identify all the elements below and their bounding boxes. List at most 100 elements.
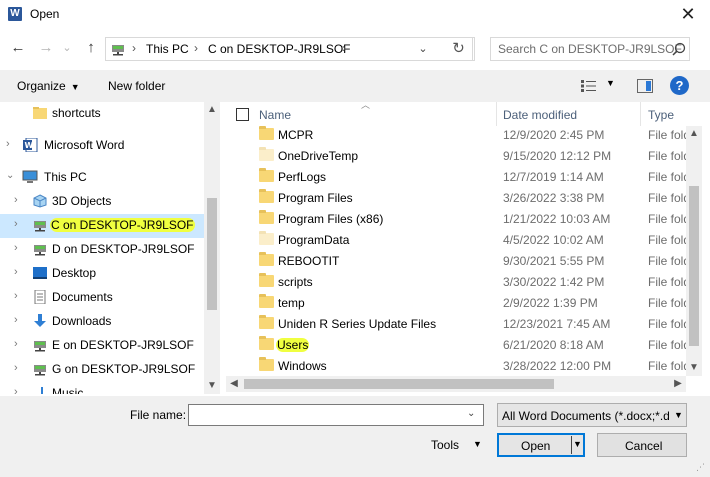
tree-item-3d-objects[interactable]: › 3D Objects (0, 190, 204, 214)
file-name: scripts (278, 275, 313, 289)
tree-item-e-drive[interactable]: › E on DESKTOP-JR9LSOF (0, 334, 204, 358)
scroll-up-icon[interactable]: ▲ (204, 102, 220, 118)
resize-grip-icon[interactable]: ⋰ (696, 462, 705, 473)
file-row[interactable]: Windows 3/28/2022 12:00 PM File folder (226, 355, 701, 376)
tree-label: G on DESKTOP-JR9LSOF (52, 362, 196, 376)
scrollbar-thumb[interactable] (207, 198, 217, 310)
tree-item-d-drive[interactable]: › D on DESKTOP-JR9LSOF (0, 238, 204, 262)
command-toolbar: Organize ▼ New folder ▼ ? (0, 70, 710, 102)
tree-label: shortcuts (52, 106, 101, 120)
breadcrumb-this-pc[interactable]: This PC (146, 42, 189, 56)
tools-button[interactable]: Tools (431, 438, 459, 452)
close-icon[interactable]: ✕ (676, 3, 700, 25)
folder-icon (259, 294, 274, 308)
chevron-right-icon[interactable]: › (14, 386, 18, 394)
organize-button[interactable]: Organize ▼ (17, 79, 80, 93)
tree-item-desktop[interactable]: › Desktop (0, 262, 204, 286)
chevron-right-icon[interactable]: › (6, 138, 10, 150)
scroll-left-icon[interactable]: ◀ (226, 376, 242, 392)
network-drive-icon (34, 341, 46, 352)
file-row[interactable]: MCPR 12/9/2020 2:45 PM File folder (226, 124, 701, 145)
tree-item-this-pc[interactable]: ⌄ This PC (0, 166, 204, 190)
file-row[interactable]: PerfLogs 12/7/2019 1:14 AM File folder (226, 166, 701, 187)
recent-locations-button[interactable]: ⌄ (58, 38, 76, 58)
tree-item-shortcuts[interactable]: shortcuts (0, 102, 204, 126)
scrollbar-thumb[interactable] (689, 186, 699, 346)
chevron-right-icon[interactable]: › (14, 362, 18, 374)
chevron-right-icon[interactable]: › (14, 290, 18, 302)
up-button[interactable]: ↑ (82, 38, 100, 58)
tree-item-c-drive[interactable]: › C on DESKTOP-JR9LSOF (0, 214, 204, 238)
file-row[interactable]: scripts 3/30/2022 1:42 PM File folder (226, 271, 701, 292)
scroll-down-icon[interactable]: ▼ (686, 360, 702, 376)
music-icon (41, 387, 43, 394)
file-row[interactable]: Uniden R Series Update Files 12/23/2021 … (226, 313, 701, 334)
file-row[interactable]: temp 2/9/2022 1:39 PM File folder (226, 292, 701, 313)
window-title: Open (30, 7, 60, 21)
preview-pane-icon[interactable] (637, 79, 653, 93)
file-list: ︿ Name Date modified Type MCPR 12/9/2020… (226, 102, 710, 394)
file-row[interactable]: REBOOTIT 9/30/2021 5:55 PM File folder (226, 250, 701, 271)
chevron-right-icon[interactable]: › (14, 338, 18, 350)
computer-icon (22, 170, 38, 183)
file-date: 4/5/2022 10:02 AM (503, 233, 604, 247)
search-box[interactable]: Search C on DESKTOP-JR9LSOF (490, 37, 690, 61)
word-app-icon: W (8, 7, 22, 21)
tree-item-downloads[interactable]: › Downloads (0, 310, 204, 334)
tree-item-microsoft-word[interactable]: › W Microsoft Word (0, 134, 204, 158)
scroll-right-icon[interactable]: ▶ (670, 376, 686, 392)
file-date: 12/9/2020 2:45 PM (503, 128, 605, 142)
file-list-horizontal-scrollbar[interactable]: ◀ ▶ (226, 376, 686, 392)
help-icon[interactable]: ? (670, 76, 689, 95)
network-drive-icon (112, 45, 124, 56)
select-all-checkbox[interactable] (236, 108, 249, 121)
file-date: 12/7/2019 1:14 AM (503, 170, 604, 184)
chevron-right-icon[interactable]: › (14, 218, 18, 230)
chevron-right-icon[interactable]: › (14, 266, 18, 278)
breadcrumb-separator: › (194, 41, 198, 55)
navigation-bar: ← → ⌄ ↑ › This PC › C on DESKTOP-JR9LSOF… (0, 32, 710, 66)
breadcrumb-c-drive[interactable]: C on DESKTOP-JR9LSOF (208, 42, 351, 56)
chevron-right-icon[interactable]: › (14, 194, 18, 206)
tree-item-documents[interactable]: › Documents (0, 286, 204, 310)
new-folder-button[interactable]: New folder (108, 79, 165, 93)
navigation-pane-scrollbar[interactable]: ▲ ▼ (204, 102, 220, 394)
tree-label: C on DESKTOP-JR9LSOF (50, 218, 195, 232)
chevron-down-icon[interactable]: ▼ (573, 439, 582, 449)
file-name: Program Files (x86) (278, 212, 384, 226)
file-name-input[interactable]: ⌄ (188, 404, 484, 426)
breadcrumb-separator: › (342, 41, 346, 55)
chevron-down-icon[interactable]: ⌄ (6, 170, 14, 181)
refresh-button[interactable]: ↻ (445, 37, 473, 61)
chevron-down-icon[interactable]: ⌄ (467, 408, 475, 419)
chevron-right-icon[interactable]: › (14, 314, 18, 326)
search-placeholder: Search C on DESKTOP-JR9LSOF (498, 42, 682, 56)
open-button[interactable]: Open ▼ (497, 433, 585, 457)
svg-text:W: W (25, 141, 34, 150)
chevron-right-icon[interactable]: › (14, 242, 18, 254)
address-dropdown-button[interactable]: ⌄ (414, 37, 432, 61)
file-row[interactable]: ProgramData 4/5/2022 10:02 AM File folde… (226, 229, 701, 250)
file-row[interactable]: OneDriveTemp 9/15/2020 12:12 PM File fol… (226, 145, 701, 166)
file-name: Program Files (278, 191, 353, 205)
file-row[interactable]: Program Files 3/26/2022 3:38 PM File fol… (226, 187, 701, 208)
file-row[interactable]: Users 6/21/2020 8:18 AM File folder (226, 334, 701, 355)
tree-item-music[interactable]: › Music (0, 382, 204, 394)
view-options-dropdown-icon[interactable]: ▼ (606, 78, 615, 88)
chevron-down-icon[interactable]: ▼ (473, 439, 482, 449)
scroll-up-icon[interactable]: ▲ (686, 126, 702, 142)
change-view-icon[interactable] (580, 79, 598, 93)
tree-label: 3D Objects (52, 194, 112, 208)
chevron-down-icon: ▼ (674, 410, 683, 420)
file-date: 2/9/2022 1:39 PM (503, 296, 598, 310)
forward-button[interactable]: → (37, 38, 55, 58)
tree-label: Documents (52, 290, 113, 304)
scrollbar-thumb[interactable] (244, 379, 554, 389)
file-type-select[interactable]: All Word Documents (*.docx;*.d ▼ (497, 403, 687, 427)
file-row[interactable]: Program Files (x86) 1/21/2022 10:03 AM F… (226, 208, 701, 229)
scroll-down-icon[interactable]: ▼ (204, 378, 220, 394)
tree-item-g-drive[interactable]: › G on DESKTOP-JR9LSOF (0, 358, 204, 382)
cancel-button[interactable]: Cancel (597, 433, 687, 457)
file-list-vertical-scrollbar[interactable]: ▲ ▼ (686, 126, 702, 376)
back-button[interactable]: ← (9, 38, 27, 58)
